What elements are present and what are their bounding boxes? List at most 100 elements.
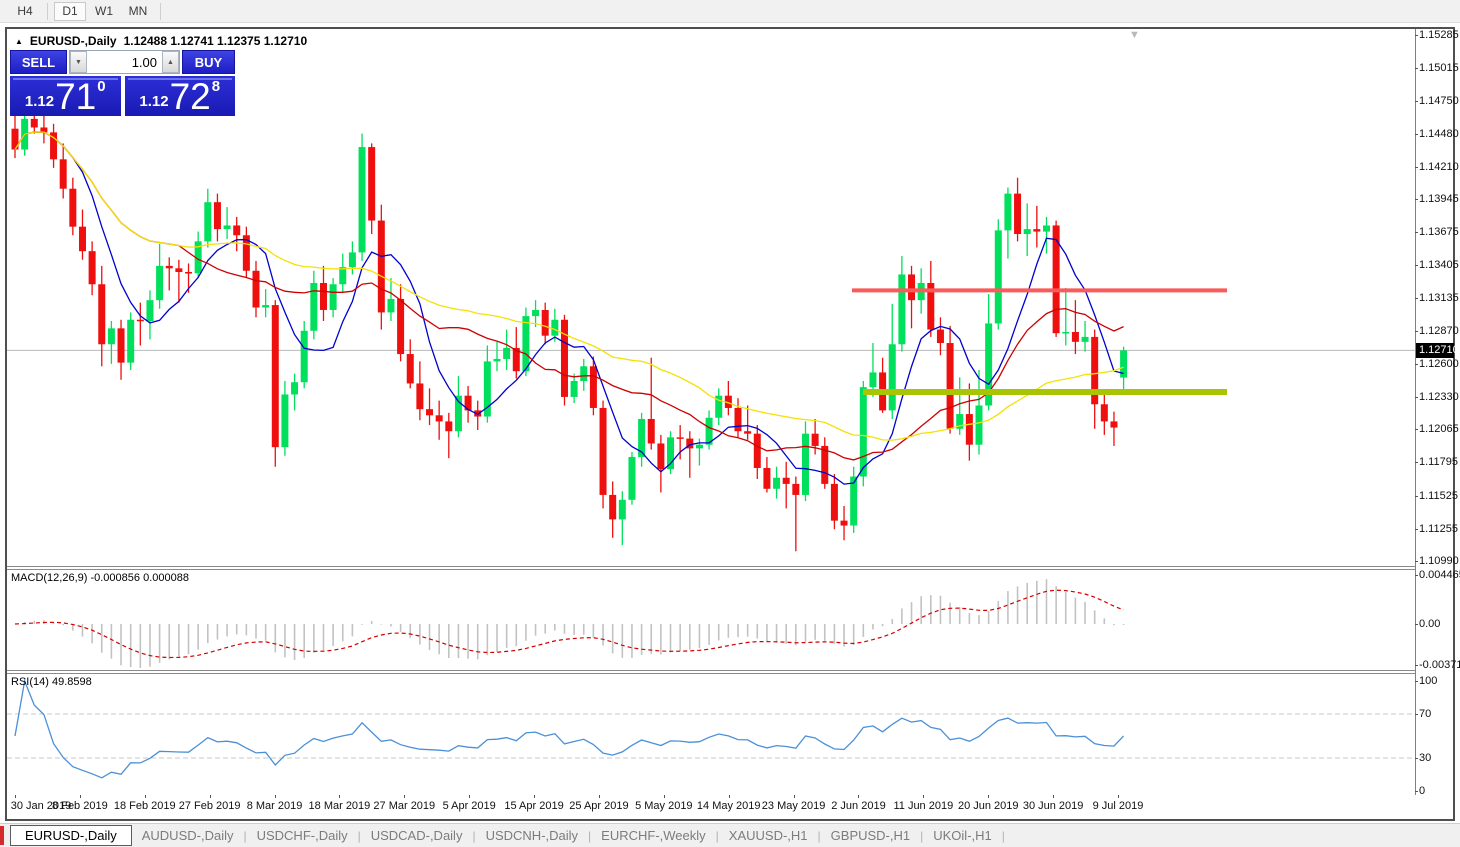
- chart-symbol-timeframe: EURUSD-,Daily: [30, 34, 117, 48]
- chart-shift-marker-icon[interactable]: ▼: [1129, 29, 1140, 41]
- date-axis-label: 23 May 2019: [762, 800, 826, 812]
- chart-tab-gbpusd-h1[interactable]: GBPUSD-,H1: [821, 825, 920, 847]
- candle-body: [947, 343, 954, 429]
- candle-body: [291, 382, 298, 394]
- macd-axis-label: -0.00371: [1419, 658, 1460, 672]
- candle-body: [281, 394, 288, 447]
- candle-body: [407, 354, 414, 383]
- candle-body: [272, 305, 279, 447]
- timeframe-button-mn[interactable]: MN: [122, 2, 154, 21]
- candle-body: [224, 225, 231, 229]
- candle-body: [1053, 225, 1060, 333]
- volume-decrease-button[interactable]: ▼: [70, 51, 87, 73]
- date-tick: [794, 795, 795, 798]
- candle-body: [908, 274, 915, 300]
- chart-tab-ukoil-h1[interactable]: UKOil-,H1: [923, 825, 1002, 847]
- price-axis-label: 1.12065: [1419, 422, 1459, 436]
- date-tick: [1053, 795, 1054, 798]
- volume-increase-button[interactable]: ▲: [162, 51, 179, 73]
- chart-tab-eurusd-daily[interactable]: EURUSD-,Daily: [10, 825, 132, 846]
- candle-body: [657, 443, 664, 469]
- sell-price-sup: 0: [97, 78, 105, 95]
- date-axis-label: 15 Apr 2019: [504, 800, 563, 812]
- buy-price-big: 72: [170, 80, 211, 114]
- timeframe-button-d1[interactable]: D1: [54, 2, 86, 21]
- candle-body: [89, 251, 96, 284]
- candle-body: [773, 478, 780, 489]
- price-scale[interactable]: 1.12710 1.152851.150151.147501.144801.14…: [1415, 29, 1453, 795]
- candle-body: [137, 320, 144, 322]
- candle-body: [214, 202, 221, 229]
- candle-body: [69, 189, 76, 227]
- candle-body: [233, 225, 240, 235]
- macd-indicator-plot[interactable]: [7, 570, 1415, 670]
- candle-body: [1082, 337, 1089, 342]
- moving-average-fast: [15, 132, 1124, 484]
- candle-body: [146, 300, 153, 321]
- pane-separator[interactable]: [7, 566, 1453, 570]
- candle-body: [860, 387, 867, 476]
- chart-title: ▲ EURUSD-,Daily 1.12488 1.12741 1.12375 …: [15, 34, 307, 48]
- candle-body: [503, 348, 510, 359]
- chart-tab-usdcad-daily[interactable]: USDCAD-,Daily: [361, 825, 473, 847]
- candle-body: [253, 271, 260, 308]
- date-tick: [923, 795, 924, 798]
- time-scale[interactable]: 30 Jan 20198 Feb 201918 Feb 201927 Feb 2…: [7, 795, 1415, 819]
- date-tick: [404, 795, 405, 798]
- pane-separator[interactable]: [7, 670, 1453, 674]
- date-axis-label: 11 Jun 2019: [893, 800, 953, 812]
- candle-body: [1033, 229, 1040, 231]
- rsi-axis-label: 30: [1419, 751, 1431, 765]
- chart-tab-eurchf-weekly[interactable]: EURCHF-,Weekly: [591, 825, 716, 847]
- date-axis-label: 8 Feb 2019: [52, 800, 108, 812]
- price-axis-label: 1.13945: [1419, 192, 1459, 206]
- candle-body: [416, 383, 423, 409]
- date-tick: [729, 795, 730, 798]
- sell-price-prefix: 1.12: [25, 93, 54, 110]
- price-axis-label: 1.14750: [1419, 94, 1459, 108]
- timeframe-button-w1[interactable]: W1: [88, 2, 120, 21]
- timeframe-button-h4[interactable]: H4: [9, 2, 41, 21]
- sell-button[interactable]: SELL: [10, 50, 67, 74]
- candle-body: [60, 159, 67, 188]
- candle-body: [368, 147, 375, 220]
- candle-body: [580, 366, 587, 381]
- macd-axis-label: 0.004465: [1419, 568, 1460, 582]
- chart-tab-xauusd-h1[interactable]: XAUUSD-,H1: [719, 825, 818, 847]
- volume-input[interactable]: [87, 51, 162, 73]
- buy-price-prefix: 1.12: [139, 93, 168, 110]
- candle-body: [802, 434, 809, 495]
- candle-body: [204, 202, 211, 241]
- rsi-indicator-plot[interactable]: [7, 674, 1415, 795]
- spin-down-icon: ▼: [75, 59, 82, 66]
- minimized-window-artifact: [0, 826, 4, 845]
- candle-body: [494, 359, 501, 361]
- candle-body: [262, 305, 269, 307]
- volume-stepper: ▼ ▲: [69, 50, 180, 74]
- rsi-axis-label: 100: [1419, 674, 1437, 688]
- toolbar-divider: [160, 3, 161, 20]
- candle-body: [600, 408, 607, 495]
- buy-price-sup: 8: [212, 78, 220, 95]
- candle-body: [301, 331, 308, 382]
- candle-body: [976, 406, 983, 445]
- chart-tab-audusd-daily[interactable]: AUDUSD-,Daily: [132, 825, 244, 847]
- candle-body: [387, 299, 394, 312]
- chart-tab-usdcnh-daily[interactable]: USDCNH-,Daily: [476, 825, 588, 847]
- date-axis-label: 5 Apr 2019: [443, 800, 496, 812]
- candle-body: [841, 521, 848, 526]
- sell-price-panel[interactable]: 1.12 71 0: [10, 76, 121, 116]
- buy-price-panel[interactable]: 1.12 72 8: [125, 76, 236, 116]
- chart-tab-usdchf-daily[interactable]: USDCHF-,Daily: [247, 825, 358, 847]
- candle-body: [628, 457, 635, 500]
- candle-body: [1062, 332, 1069, 334]
- date-axis-label: 18 Mar 2019: [309, 800, 371, 812]
- candle-body: [127, 320, 134, 363]
- date-axis-label: 5 May 2019: [635, 800, 692, 812]
- one-click-panel-toggle-icon[interactable]: ▲: [15, 37, 23, 46]
- buy-button[interactable]: BUY: [182, 50, 235, 74]
- candle-body: [677, 437, 684, 439]
- candle-body: [98, 284, 105, 344]
- candle-body: [484, 361, 491, 416]
- candle-body: [619, 500, 626, 520]
